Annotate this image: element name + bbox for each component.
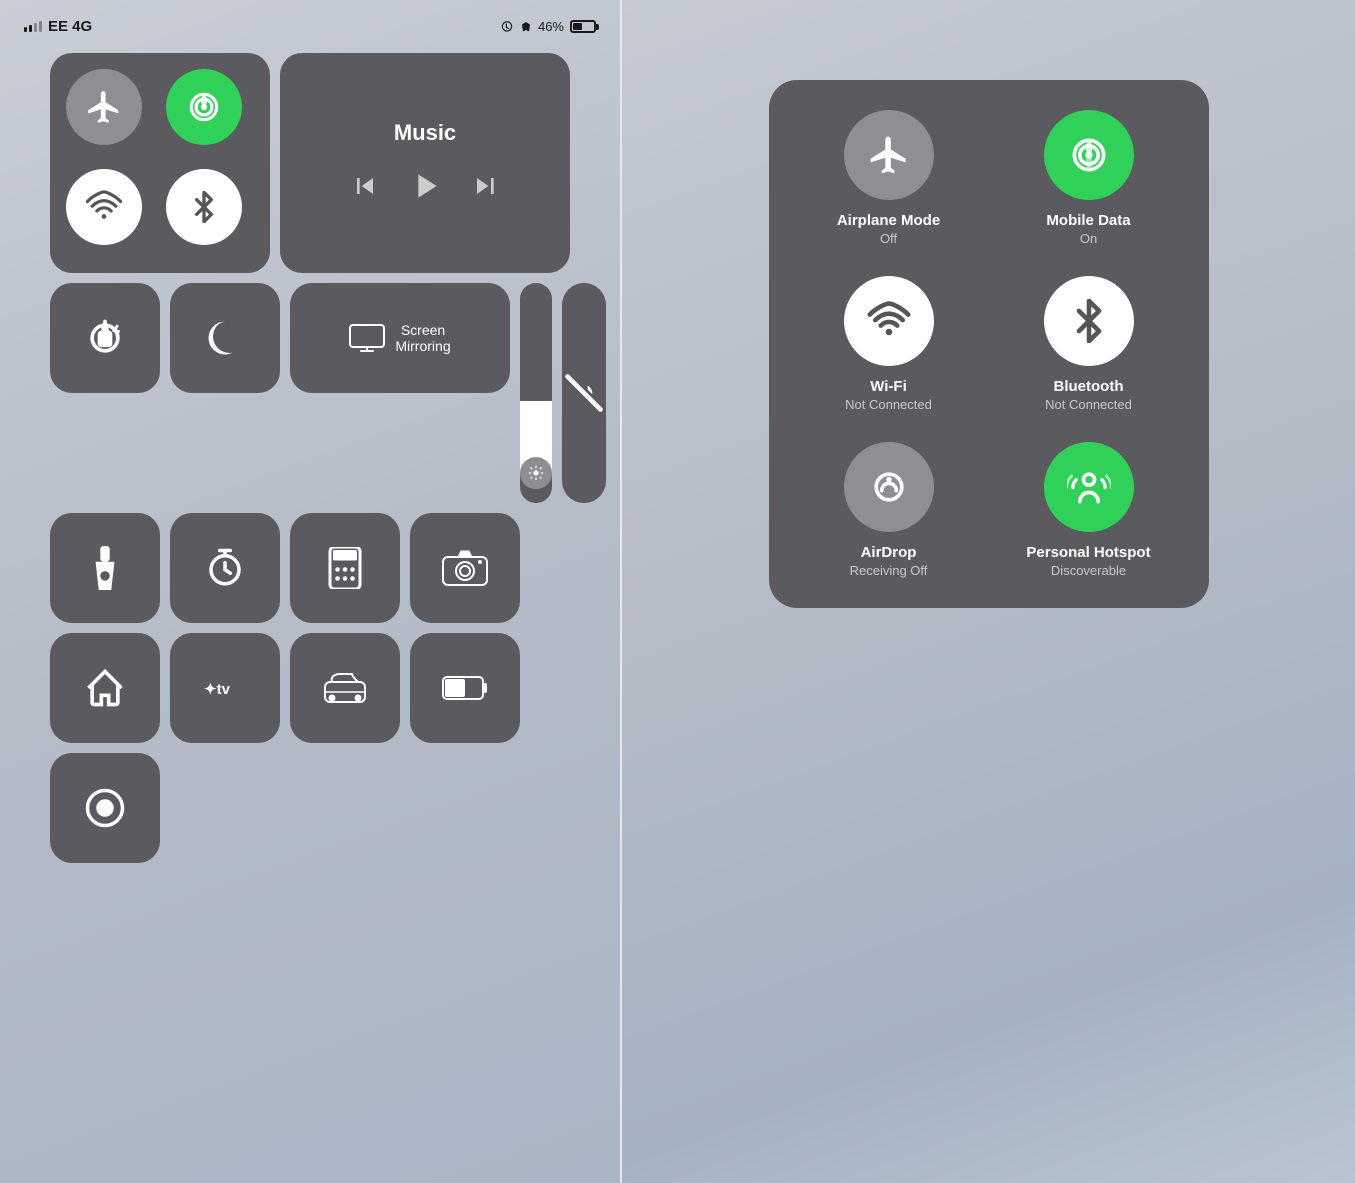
status-bar: EE 4G 46%	[0, 0, 620, 43]
screen-mirroring-label: ScreenMirroring	[395, 322, 450, 354]
calculator-button[interactable]	[290, 513, 400, 623]
silent-button[interactable]	[562, 283, 606, 503]
status-left: EE 4G	[24, 18, 92, 35]
popup-airdrop[interactable]: AirDrop Receiving Off	[799, 442, 979, 578]
small-buttons-row: ScreenMirroring	[50, 283, 510, 393]
screen-record-button[interactable]	[50, 753, 160, 863]
battery-icon	[570, 20, 596, 33]
popup-airdrop-label: AirDrop Receiving Off	[850, 544, 928, 578]
camera-button[interactable]	[410, 513, 520, 623]
flashlight-button[interactable]	[50, 513, 160, 623]
next-button[interactable]	[469, 170, 501, 202]
music-title: Music	[394, 120, 456, 146]
popup-airplane-mode[interactable]: Airplane Mode Off	[799, 110, 979, 246]
popup-mobile-data[interactable]: Mobile Data On	[999, 110, 1179, 246]
mobile-data-button[interactable]	[166, 69, 242, 145]
low-power-button[interactable]	[410, 633, 520, 743]
icon-row-1	[50, 513, 570, 623]
apple-tv-button[interactable]: ✦tv	[170, 633, 280, 743]
status-center: 46%	[500, 19, 596, 34]
brightness-track	[520, 269, 552, 489]
home-button[interactable]	[50, 633, 160, 743]
timer-button[interactable]	[170, 513, 280, 623]
popup-airplane-icon-circle	[844, 110, 934, 200]
middle-rows: ScreenMirroring	[50, 283, 570, 503]
music-block[interactable]: Music	[280, 53, 570, 273]
screen-rotation-lock-button[interactable]	[50, 283, 160, 393]
popup-airplane-label: Airplane Mode Off	[837, 212, 940, 246]
popup-hotspot-icon-circle	[1044, 442, 1134, 532]
battery-percent: 46%	[538, 19, 564, 34]
screen-mirroring-button[interactable]: ScreenMirroring	[290, 283, 510, 393]
prev-button[interactable]	[349, 170, 381, 202]
popup-wifi-label: Wi-Fi Not Connected	[845, 378, 932, 412]
cc-grid: Music	[50, 43, 570, 883]
popup-mobile-data-label: Mobile Data On	[1046, 212, 1130, 246]
left-controls: ScreenMirroring	[50, 283, 510, 503]
svg-text:✦tv: ✦tv	[204, 681, 231, 698]
brightness-knob	[520, 457, 552, 489]
popup-bluetooth-label: Bluetooth Not Connected	[1045, 378, 1132, 412]
popup-bluetooth[interactable]: Bluetooth Not Connected	[999, 276, 1179, 412]
popup-bluetooth-icon-circle	[1044, 276, 1134, 366]
signal-icon	[24, 21, 42, 32]
play-button[interactable]	[405, 166, 445, 206]
music-controls	[349, 166, 501, 206]
bluetooth-button[interactable]	[166, 169, 242, 245]
popup-mobile-data-icon-circle	[1044, 110, 1134, 200]
brightness-slider[interactable]	[520, 283, 552, 503]
connectivity-popup: Airplane Mode Off Mobile Data On	[769, 80, 1209, 608]
icon-row-3	[50, 753, 570, 863]
right-panel: Airplane Mode Off Mobile Data On	[622, 0, 1355, 1183]
popup-wifi-icon-circle	[844, 276, 934, 366]
icon-row-2: ✦tv	[50, 633, 570, 743]
airplane-mode-button[interactable]	[66, 69, 142, 145]
left-panel: EE 4G 46%	[0, 0, 620, 1183]
popup-airdrop-icon-circle	[844, 442, 934, 532]
carplay-button[interactable]	[290, 633, 400, 743]
top-row: Music	[50, 53, 570, 273]
popup-wifi[interactable]: Wi-Fi Not Connected	[799, 276, 979, 412]
carrier-label: EE 4G	[48, 18, 92, 35]
popup-personal-hotspot[interactable]: Personal Hotspot Discoverable	[999, 442, 1179, 578]
popup-hotspot-label: Personal Hotspot Discoverable	[1026, 544, 1150, 578]
do-not-disturb-button[interactable]	[170, 283, 280, 393]
alarm-icon	[500, 20, 514, 34]
wifi-button[interactable]	[66, 169, 142, 245]
location-icon	[520, 20, 532, 34]
connectivity-block	[50, 53, 270, 273]
